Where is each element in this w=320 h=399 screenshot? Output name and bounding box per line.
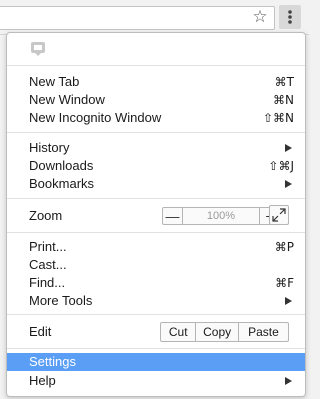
menu-item-help[interactable]: Help <box>7 372 305 390</box>
menu-item-history[interactable]: History <box>7 139 305 157</box>
separator <box>7 132 305 133</box>
menu-item-label: Settings <box>29 354 76 369</box>
menu-item-label: Print... <box>29 239 67 254</box>
separator <box>7 314 305 315</box>
submenu-arrow-icon <box>285 297 292 305</box>
menu-item-label: Help <box>29 373 56 388</box>
separator <box>7 232 305 233</box>
copy-button[interactable]: Copy <box>196 323 239 341</box>
menu-item-label: New Incognito Window <box>29 110 162 125</box>
zoom-out-button[interactable]: — <box>163 208 183 224</box>
menu-item-edit: Edit Cut Copy Paste <box>7 322 305 342</box>
menu-item-label: Bookmarks <box>29 176 95 191</box>
menu-item-shortcut: ⌘F <box>275 276 294 290</box>
menu-item-shortcut: ⌘T <box>274 75 294 89</box>
menu-item-label: History <box>29 140 70 155</box>
menu-item-label: Zoom <box>29 208 63 223</box>
separator <box>7 198 305 199</box>
menu-item-shortcut: ⇧⌘J <box>268 159 294 173</box>
menu-item-new-tab[interactable]: New Tab ⌘T <box>7 73 305 91</box>
separator <box>7 65 305 66</box>
menu-item-label: Find... <box>29 275 66 290</box>
menu-item-label: More Tools <box>29 293 93 308</box>
menu-item-print[interactable]: Print... ⌘P <box>7 238 305 256</box>
menu-item-label: Cast... <box>29 257 67 272</box>
menu-item-label: New Tab <box>29 74 80 89</box>
menu-item-cast[interactable]: Cast... <box>7 256 305 274</box>
menu-item-find[interactable]: Find... ⌘F <box>7 274 305 292</box>
edit-controls: Cut Copy Paste <box>160 322 289 342</box>
menu-item-shortcut: ⇧⌘N <box>262 111 294 125</box>
submenu-arrow-icon <box>285 144 292 152</box>
menu-item-more-tools[interactable]: More Tools <box>7 292 305 310</box>
paste-button[interactable]: Paste <box>239 323 288 341</box>
address-bar[interactable] <box>0 6 275 30</box>
zoom-level: 100% <box>206 210 236 222</box>
menu-item-bookmarks[interactable]: Bookmarks <box>7 175 305 193</box>
submenu-arrow-icon <box>285 180 292 188</box>
menu-item-label: Edit <box>29 324 52 339</box>
menu-item-shortcut: ⌘P <box>274 240 294 254</box>
menu-item-new-window[interactable]: New Window ⌘N <box>7 91 305 109</box>
chrome-menu: New Tab ⌘T New Window ⌘N New Incognito W… <box>6 32 306 397</box>
fullscreen-icon <box>272 208 286 222</box>
menu-item-new-incognito-window[interactable]: New Incognito Window ⇧⌘N <box>7 109 305 127</box>
menu-item-shortcut: ⌘N <box>273 93 294 107</box>
menu-item-label: Downloads <box>29 158 94 173</box>
fullscreen-button[interactable] <box>269 205 289 225</box>
cut-button[interactable]: Cut <box>161 323 197 341</box>
menu-item-downloads[interactable]: Downloads ⇧⌘J <box>7 157 305 175</box>
extension-icon[interactable] <box>30 41 46 60</box>
three-dot-menu-icon[interactable] <box>279 5 301 29</box>
submenu-arrow-icon <box>285 377 292 385</box>
separator <box>7 348 305 349</box>
menu-item-zoom: Zoom — 100% + <box>7 205 305 225</box>
menu-item-label: New Window <box>29 92 105 107</box>
menu-item-settings[interactable]: Settings <box>7 353 305 371</box>
zoom-control: — 100% + <box>162 207 280 225</box>
star-icon[interactable]: ☆ <box>250 7 270 27</box>
browser-toolbar: ☆ <box>0 0 309 35</box>
